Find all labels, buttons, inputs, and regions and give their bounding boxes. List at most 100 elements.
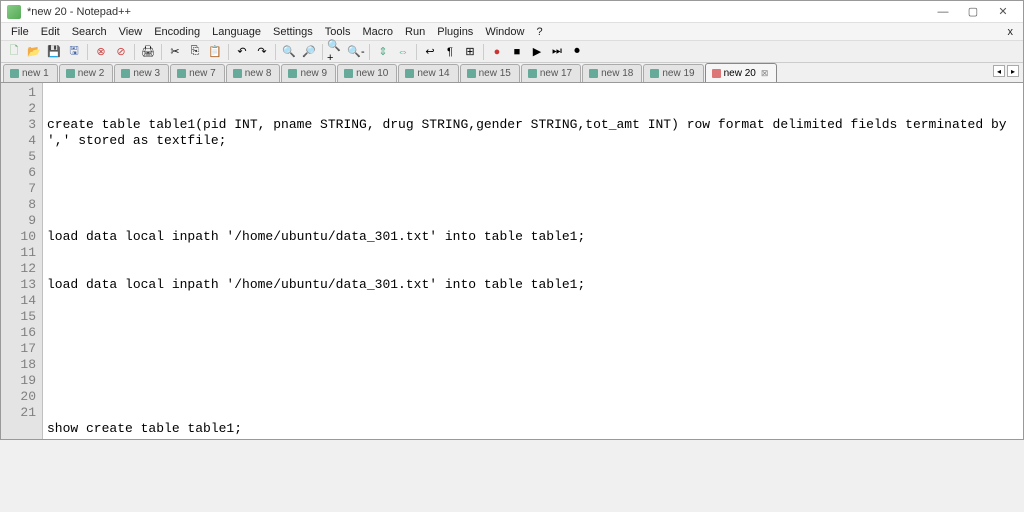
open-file-icon[interactable]: 📂 (25, 43, 43, 61)
tab-label: new 9 (300, 68, 327, 79)
close-file-icon[interactable]: ⊗ (92, 43, 110, 61)
tab-new-20[interactable]: new 20 ⊠ (705, 63, 778, 82)
line-number: 14 (3, 293, 36, 309)
file-icon (528, 69, 537, 78)
menu-search[interactable]: Search (66, 24, 113, 40)
line-number: 16 (3, 325, 36, 341)
menu-encoding[interactable]: Encoding (148, 24, 206, 40)
menu-plugins[interactable]: Plugins (431, 24, 479, 40)
tab-new-9[interactable]: new 9 (281, 64, 336, 82)
app-window: *new 20 - Notepad++ — ▢ ✕ File Edit Sear… (0, 0, 1024, 440)
menu-window[interactable]: Window (479, 24, 530, 40)
new-file-icon[interactable]: 🗋 (5, 43, 23, 61)
file-icon (589, 69, 598, 78)
tab-new-8[interactable]: new 8 (226, 64, 281, 82)
line-number: 13 (3, 277, 36, 293)
editor-area: 1 2 3 4 5 6 7 8 9 10 11 12 13 14 15 16 1… (1, 83, 1023, 439)
close-all-icon[interactable]: ⊘ (112, 43, 130, 61)
menu-edit[interactable]: Edit (35, 24, 66, 40)
file-icon (121, 69, 130, 78)
code-line: load data local inpath '/home/ubuntu/dat… (47, 277, 1019, 293)
code-line (47, 325, 1019, 341)
close-button[interactable]: ✕ (989, 3, 1017, 21)
menu-close-x[interactable]: x (1002, 24, 1020, 40)
macro-play-icon[interactable]: ▶ (528, 43, 546, 61)
find-icon[interactable]: 🔍 (280, 43, 298, 61)
tab-label: new 17 (540, 68, 572, 79)
line-number: 12 (3, 261, 36, 277)
minimize-button[interactable]: — (929, 3, 957, 21)
tab-scroll-right-icon[interactable]: ▸ (1007, 65, 1019, 77)
toolbar: 🗋 📂 💾 🖫 ⊗ ⊘ 🖨 ✂ ⎘ 📋 ↶ ↷ 🔍 🔎 🔍+ 🔍- ⇕ ⇔ ↩ … (1, 41, 1023, 63)
save-all-icon[interactable]: 🖫 (65, 43, 83, 61)
tab-label: new 7 (189, 68, 216, 79)
menu-help[interactable]: ? (530, 24, 548, 40)
cut-icon[interactable]: ✂ (166, 43, 184, 61)
line-number: 9 (3, 213, 36, 229)
menu-file[interactable]: File (5, 24, 35, 40)
tab-label: new 20 (724, 68, 756, 79)
replace-icon[interactable]: 🔎 (300, 43, 318, 61)
menu-run[interactable]: Run (399, 24, 431, 40)
tab-new-7[interactable]: new 7 (170, 64, 225, 82)
line-number-gutter: 1 2 3 4 5 6 7 8 9 10 11 12 13 14 15 16 1… (1, 83, 43, 439)
file-icon (467, 69, 476, 78)
maximize-button[interactable]: ▢ (959, 3, 987, 21)
tab-new-2[interactable]: new 2 (59, 64, 114, 82)
macro-multi-icon[interactable]: ⏭ (548, 43, 566, 61)
show-all-chars-icon[interactable]: ¶ (441, 43, 459, 61)
code-line: create table table1(pid INT, pname STRIN… (47, 117, 1019, 149)
redo-icon[interactable]: ↷ (253, 43, 271, 61)
tab-scroll-left-icon[interactable]: ◂ (993, 65, 1005, 77)
tab-new-18[interactable]: new 18 (582, 64, 642, 82)
file-icon (712, 69, 721, 78)
wordwrap-icon[interactable]: ↩ (421, 43, 439, 61)
tab-label: new 15 (479, 68, 511, 79)
macro-save-icon[interactable]: ⏺ (568, 43, 586, 61)
file-icon (233, 69, 242, 78)
menu-language[interactable]: Language (206, 24, 267, 40)
code-line: load data local inpath '/home/ubuntu/dat… (47, 229, 1019, 245)
tab-new-14[interactable]: new 14 (398, 64, 458, 82)
menu-macro[interactable]: Macro (356, 24, 399, 40)
zoom-in-icon[interactable]: 🔍+ (327, 43, 345, 61)
menu-tools[interactable]: Tools (319, 24, 357, 40)
line-number: 17 (3, 341, 36, 357)
tab-label: new 10 (356, 68, 388, 79)
macro-stop-icon[interactable]: ■ (508, 43, 526, 61)
copy-icon[interactable]: ⎘ (186, 43, 204, 61)
macro-record-icon[interactable]: ● (488, 43, 506, 61)
line-number: 10 (3, 229, 36, 245)
tab-new-17[interactable]: new 17 (521, 64, 581, 82)
file-icon (10, 69, 19, 78)
line-number: 1 (3, 85, 36, 101)
tab-close-icon[interactable]: ⊠ (761, 68, 769, 79)
tab-new-10[interactable]: new 10 (337, 64, 397, 82)
tab-label: new 3 (133, 68, 160, 79)
sync-h-icon[interactable]: ⇔ (394, 43, 412, 61)
tab-label: new 2 (78, 68, 105, 79)
menu-settings[interactable]: Settings (267, 24, 319, 40)
indent-guide-icon[interactable]: ⊞ (461, 43, 479, 61)
paste-icon[interactable]: 📋 (206, 43, 224, 61)
tab-label: new 1 (22, 68, 49, 79)
tab-new-15[interactable]: new 15 (460, 64, 520, 82)
line-number: 6 (3, 165, 36, 181)
menubar: File Edit Search View Encoding Language … (1, 23, 1023, 41)
file-icon (288, 69, 297, 78)
tab-label: new 14 (417, 68, 449, 79)
code-editor[interactable]: create table table1(pid INT, pname STRIN… (43, 83, 1023, 439)
print-icon[interactable]: 🖨 (139, 43, 157, 61)
tab-controls: ◂ ▸ (993, 65, 1019, 77)
tab-new-1[interactable]: new 1 (3, 64, 58, 82)
save-icon[interactable]: 💾 (45, 43, 63, 61)
line-number: 7 (3, 181, 36, 197)
undo-icon[interactable]: ↶ (233, 43, 251, 61)
tab-new-3[interactable]: new 3 (114, 64, 169, 82)
file-icon (344, 69, 353, 78)
tab-new-19[interactable]: new 19 (643, 64, 703, 82)
menu-view[interactable]: View (113, 24, 149, 40)
code-line (47, 373, 1019, 389)
zoom-out-icon[interactable]: 🔍- (347, 43, 365, 61)
sync-v-icon[interactable]: ⇕ (374, 43, 392, 61)
